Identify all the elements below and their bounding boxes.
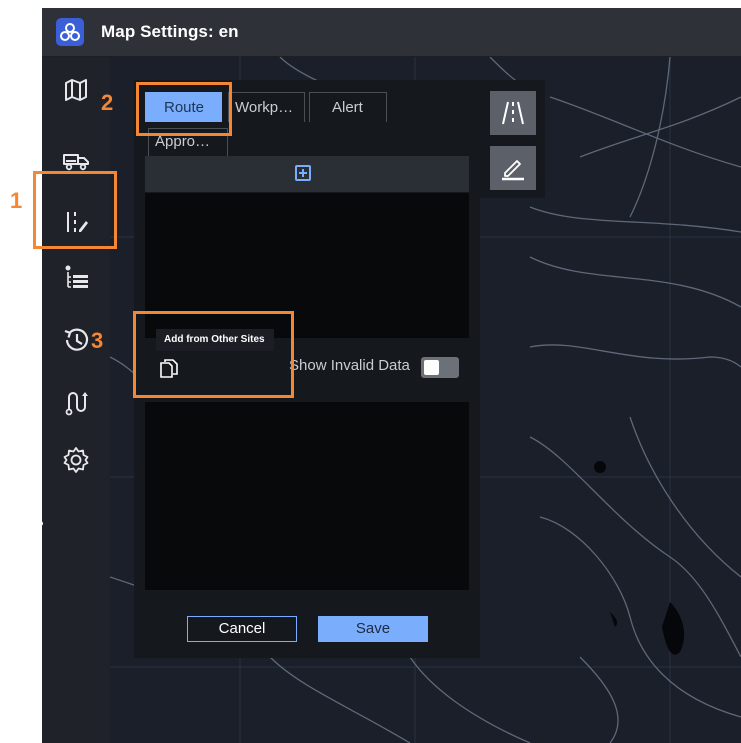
detail-list — [145, 402, 469, 590]
road-lanes-icon[interactable] — [490, 91, 536, 135]
route-icon[interactable] — [59, 385, 93, 419]
settings-icon[interactable] — [59, 443, 93, 477]
add-from-other-sites-tooltip: Add from Other Sites — [156, 329, 274, 351]
page-title: Map Settings: en — [101, 22, 239, 41]
title-bar: Map Settings: en — [42, 8, 741, 57]
cancel-button[interactable]: Cancel — [187, 616, 297, 642]
truck-icon[interactable] — [59, 143, 93, 177]
edge-dot — [38, 521, 43, 526]
sidebar — [42, 57, 110, 743]
show-invalid-data-toggle[interactable] — [421, 357, 459, 378]
list-icon[interactable] — [59, 261, 93, 295]
tab-alert[interactable]: Alert — [309, 92, 387, 122]
toggle-knob — [424, 360, 439, 375]
annotation-label-1: 1 — [10, 188, 23, 213]
road-edit-icon[interactable] — [59, 205, 93, 239]
route-list — [145, 193, 469, 338]
add-bar — [145, 156, 469, 192]
copy-icon[interactable] — [160, 358, 178, 383]
app-logo-icon — [56, 18, 84, 46]
annotation-label-2: 2 — [101, 90, 114, 115]
edit-icon[interactable] — [490, 146, 536, 190]
history-icon[interactable] — [59, 323, 93, 357]
tab-approach[interactable]: Appro… — [148, 128, 228, 156]
show-invalid-data-label: Show Invalid Data — [289, 357, 410, 374]
tab-workplace[interactable]: Workp… — [228, 92, 305, 122]
map-icon[interactable] — [59, 73, 93, 107]
add-icon[interactable] — [295, 165, 311, 181]
annotation-label-3: 3 — [91, 328, 104, 353]
save-button[interactable]: Save — [318, 616, 428, 642]
tab-route[interactable]: Route — [145, 92, 222, 122]
